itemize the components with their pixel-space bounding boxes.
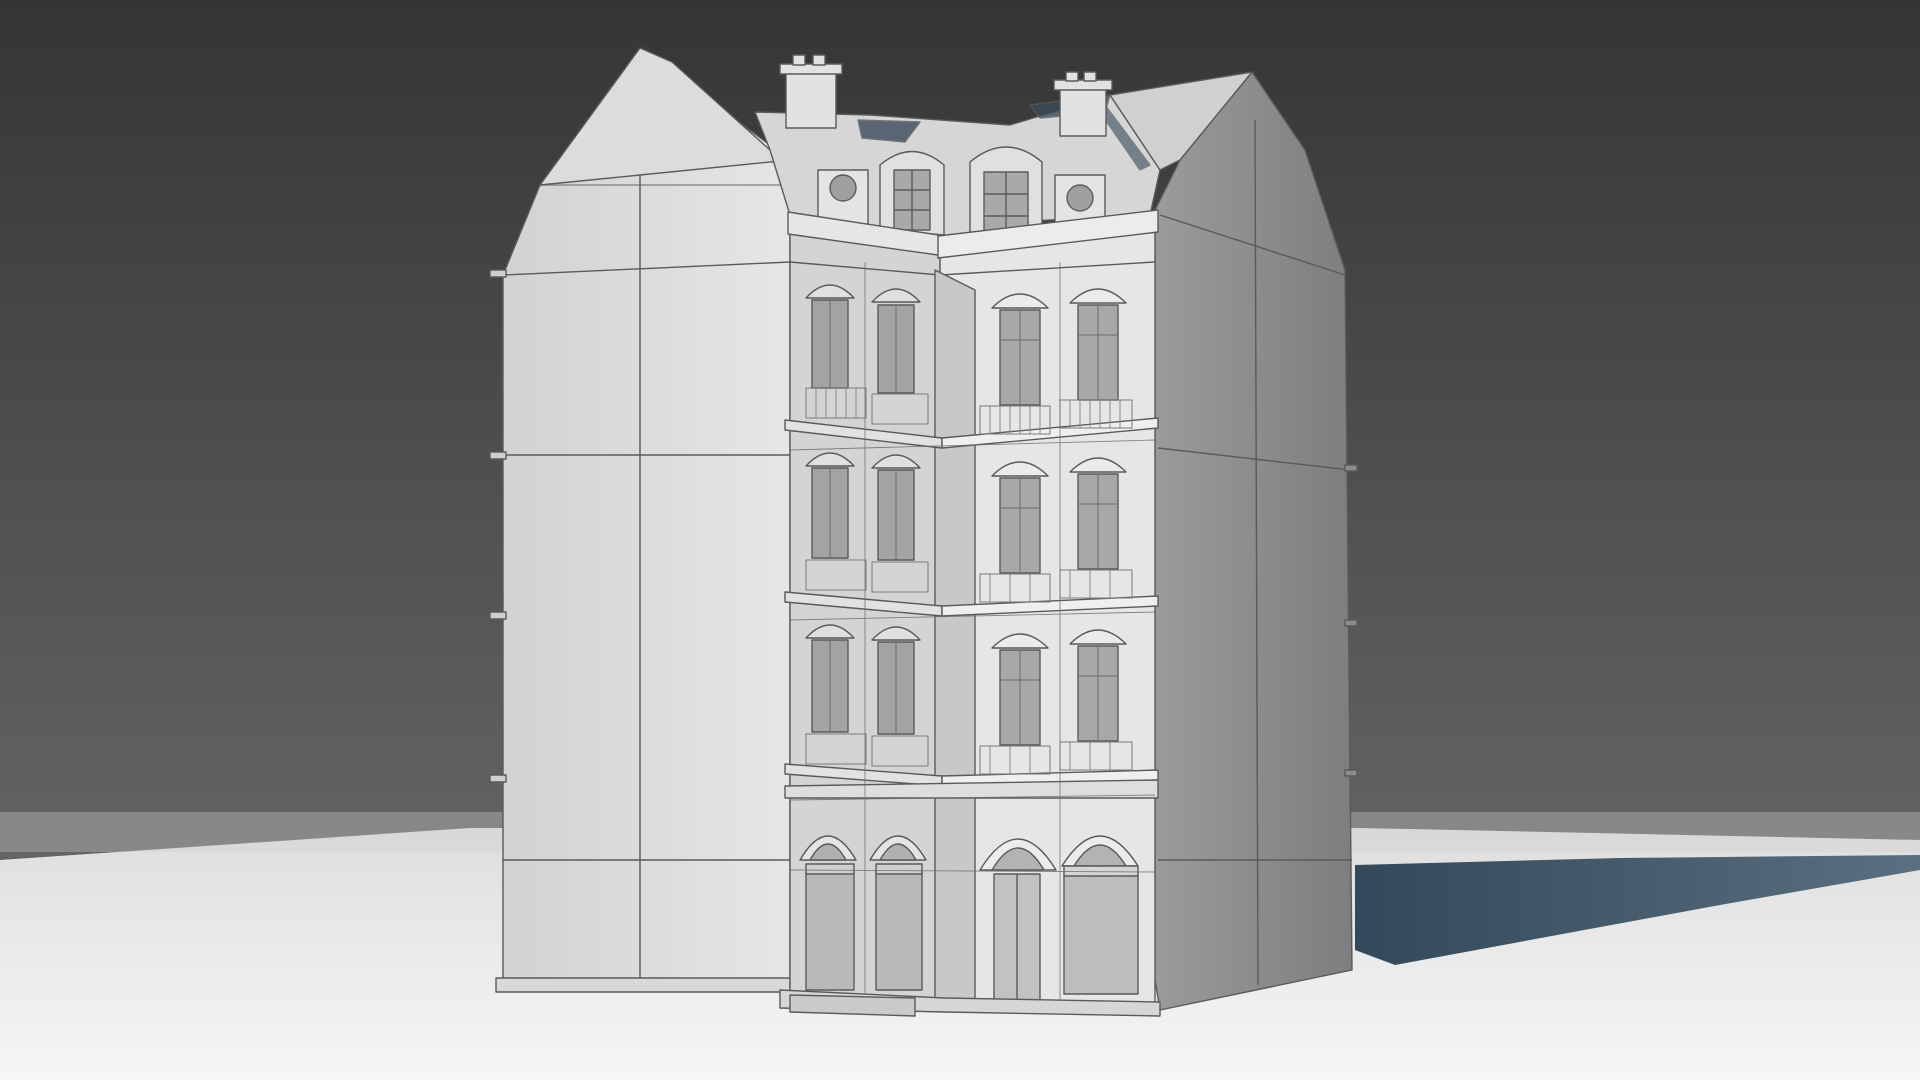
- chimney-right: [1053, 71, 1113, 137]
- building-render-scene: [0, 0, 1920, 1080]
- dormer-left: [879, 150, 945, 236]
- chimney-left: [779, 54, 843, 129]
- building: [489, 47, 1358, 1017]
- oculus-left: [817, 169, 869, 226]
- corner-recess: [934, 269, 976, 1001]
